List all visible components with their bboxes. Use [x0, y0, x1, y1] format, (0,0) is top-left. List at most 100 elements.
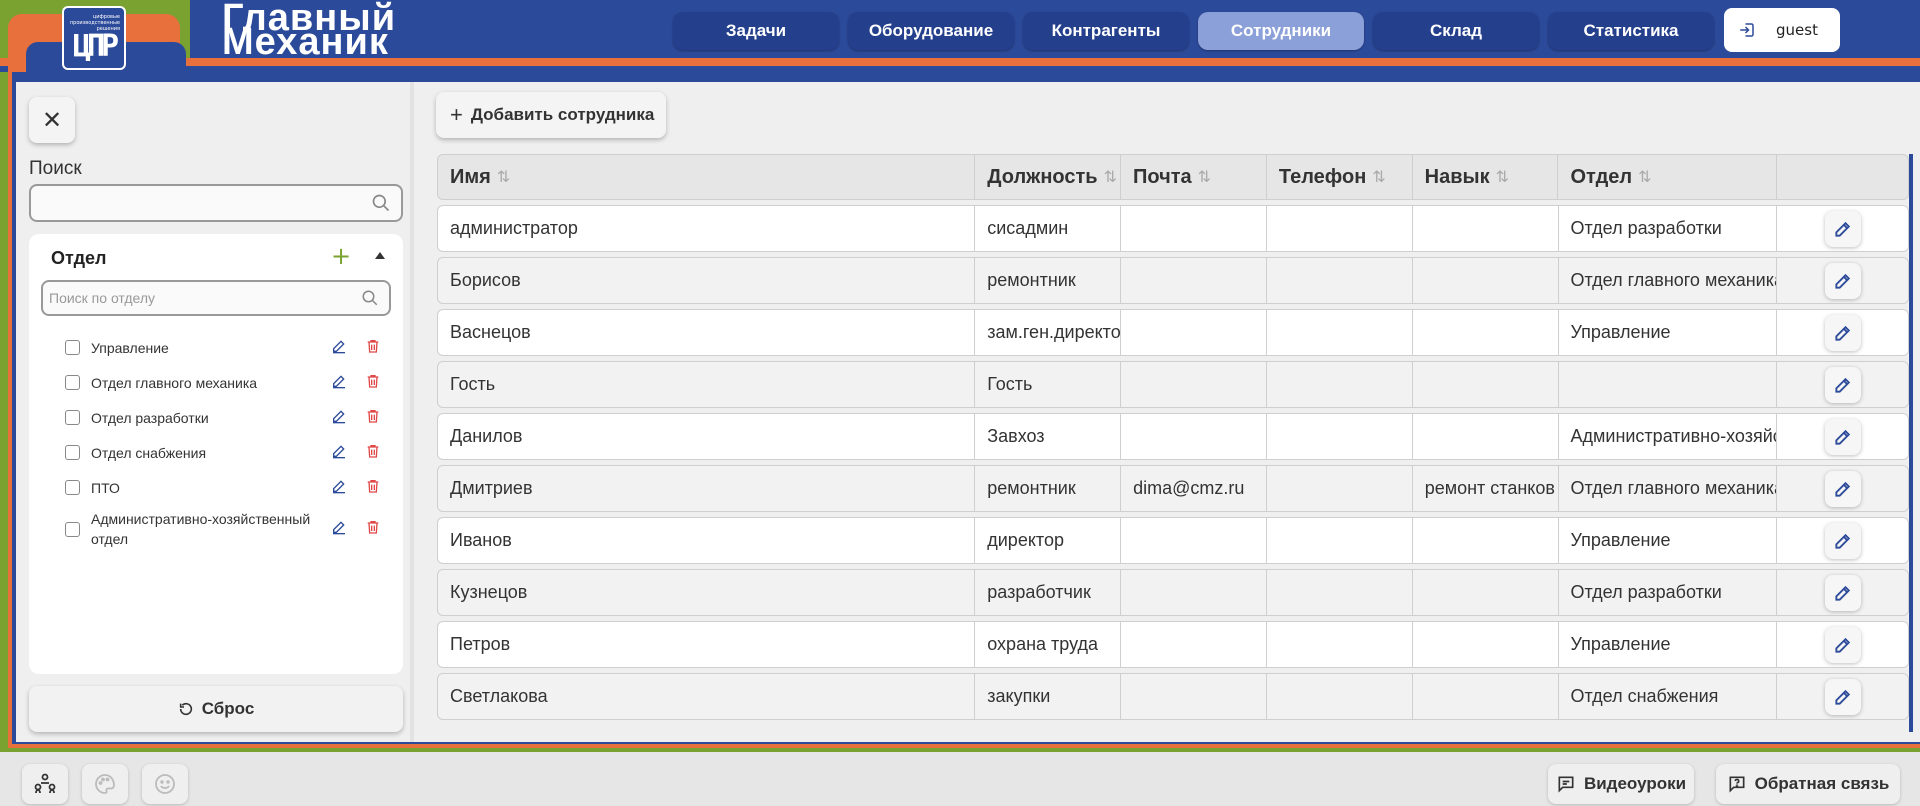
column-header-department[interactable]: Отдел ⇅ — [1558, 155, 1778, 199]
edit-pencil-icon[interactable] — [331, 408, 347, 428]
department-checkbox[interactable] — [65, 445, 80, 460]
edit-employee-button[interactable] — [1824, 262, 1861, 299]
table-row[interactable]: Васнецовзам.ген.директора Управление — [437, 309, 1909, 356]
nav-equipment[interactable]: Оборудование — [848, 12, 1014, 50]
nav-tasks[interactable]: Задачи — [673, 12, 839, 50]
trash-icon[interactable] — [365, 519, 381, 539]
edit-employee-button[interactable] — [1824, 366, 1861, 403]
cell-name: Данилов — [438, 414, 976, 459]
cell-position: зам.ген.директора — [975, 310, 1122, 355]
trash-icon[interactable] — [365, 443, 381, 463]
table-row[interactable]: ДаниловЗавхоз Административно-хозяйственн… — [437, 413, 1909, 460]
column-header-phone[interactable]: Телефон ⇅ — [1267, 155, 1413, 199]
filter-sidebar: ✕ Поиск Отдел + Поиск по отделу Управлен… — [16, 82, 414, 742]
trash-icon[interactable] — [365, 408, 381, 428]
nav-warehouse[interactable]: Склад — [1373, 12, 1539, 50]
edit-employee-button[interactable] — [1824, 314, 1861, 351]
nav-contractors[interactable]: Контрагенты — [1023, 12, 1189, 50]
trash-icon[interactable] — [365, 338, 381, 358]
cell-email — [1121, 674, 1267, 719]
department-item: Административно-хозяйственный отдел — [29, 505, 403, 553]
column-header-name[interactable]: Имя ⇅ — [438, 155, 976, 199]
table-row[interactable]: Борисов ремонтник Отдел главного механика — [437, 257, 1909, 304]
table-row[interactable]: Иванов директор Управление — [437, 517, 1909, 564]
sort-icon[interactable]: ⇅ — [1372, 167, 1385, 187]
column-header-label: Почта — [1133, 165, 1192, 188]
table-scrollbar[interactable] — [1909, 154, 1913, 732]
table-row[interactable]: Дмитриев ремонтник dima@cmz.ru ремонт станк… — [437, 465, 1909, 512]
department-checkbox[interactable] — [65, 340, 80, 355]
user-login-button[interactable]: guest — [1724, 8, 1840, 52]
edit-pencil-icon — [1833, 323, 1853, 343]
team-button[interactable] — [22, 764, 68, 804]
table-row[interactable]: Петров охрана труда Управление — [437, 621, 1909, 668]
table-body: администратор сисадмин Отдел разработки Бор… — [437, 205, 1909, 720]
column-header-label: Имя — [450, 165, 491, 188]
sort-icon[interactable]: ⇅ — [1104, 167, 1117, 187]
department-checkbox[interactable] — [65, 521, 80, 537]
sort-icon[interactable]: ⇅ — [1198, 167, 1211, 187]
edit-employee-button[interactable] — [1824, 626, 1861, 663]
feedback-button[interactable]: Обратная связь — [1716, 764, 1900, 804]
cell-phone — [1267, 310, 1413, 355]
video-tutorials-button[interactable]: Видеоуроки — [1548, 764, 1694, 804]
department-item: Отдел разработки — [29, 400, 403, 435]
trash-icon[interactable] — [365, 373, 381, 393]
cell-email — [1121, 518, 1267, 563]
cell-skill — [1413, 518, 1559, 563]
nav-employees[interactable]: Сотрудники — [1198, 12, 1364, 50]
emoji-button[interactable] — [142, 764, 188, 804]
cell-position: сисадмин — [975, 206, 1122, 251]
cell-skill — [1413, 206, 1559, 251]
department-checkbox[interactable] — [65, 480, 80, 495]
edit-pencil-icon[interactable] — [331, 519, 347, 539]
cell-phone — [1267, 258, 1413, 303]
column-header-email[interactable]: Почта ⇅ — [1121, 155, 1267, 199]
table-row[interactable]: Гость Гость — [437, 361, 1909, 408]
edit-pencil-icon[interactable] — [331, 478, 347, 498]
cell-email — [1121, 206, 1267, 251]
search-input[interactable] — [29, 184, 403, 222]
trash-icon[interactable] — [365, 478, 381, 498]
department-checkbox[interactable] — [65, 375, 80, 390]
nav-statistics[interactable]: Статистика — [1548, 12, 1714, 50]
edit-employee-button[interactable] — [1824, 210, 1861, 247]
add-employee-button[interactable]: + Добавить сотрудника — [436, 92, 666, 138]
sort-icon[interactable]: ⇅ — [1496, 167, 1509, 187]
edit-employee-button[interactable] — [1824, 522, 1861, 559]
add-department-icon[interactable]: + — [331, 242, 351, 270]
edit-employee-button[interactable] — [1824, 418, 1861, 455]
edit-employee-button[interactable] — [1824, 574, 1861, 611]
team-icon — [34, 773, 56, 794]
edit-pencil-icon[interactable] — [331, 373, 347, 393]
column-header-label: Отдел — [1570, 165, 1633, 188]
edit-pencil-icon — [1833, 219, 1853, 239]
theme-button[interactable] — [82, 764, 128, 804]
table-row[interactable]: Светлакова закупки Отдел снабжения — [437, 673, 1909, 720]
column-header-label: Навык — [1424, 165, 1490, 188]
column-header-skill[interactable]: Навык ⇅ — [1413, 155, 1559, 199]
cell-actions — [1777, 258, 1908, 303]
column-header-position[interactable]: Должность ⇅ — [975, 155, 1122, 199]
brand-title: Главный Механик — [222, 0, 396, 61]
reset-icon — [179, 702, 192, 716]
edit-pencil-icon — [1833, 427, 1853, 447]
column-header-label: Телефон — [1278, 165, 1367, 188]
sort-icon[interactable]: ⇅ — [497, 167, 510, 187]
sort-icon[interactable]: ⇅ — [1638, 167, 1651, 187]
reset-label: Сброс — [201, 699, 255, 718]
department-search-input[interactable]: Поиск по отделу — [41, 280, 391, 316]
edit-employee-button[interactable] — [1824, 470, 1861, 507]
reset-button[interactable]: Сброс — [29, 686, 403, 732]
logo[interactable]: цифровые производственные решения ЦПР — [62, 6, 126, 70]
edit-employee-button[interactable] — [1824, 678, 1861, 715]
collapse-caret-icon[interactable] — [375, 252, 385, 259]
cell-skill — [1413, 362, 1559, 407]
table-row[interactable]: администратор сисадмин Отдел разработки — [437, 205, 1909, 252]
department-checkbox[interactable] — [65, 410, 80, 425]
edit-pencil-icon[interactable] — [331, 338, 347, 358]
edit-pencil-icon[interactable] — [331, 443, 347, 463]
table-row[interactable]: Кузнецов разработчик Отдел разработки — [437, 569, 1909, 616]
close-sidebar-button[interactable]: ✕ — [29, 97, 75, 143]
department-item: ПТО — [29, 470, 403, 505]
